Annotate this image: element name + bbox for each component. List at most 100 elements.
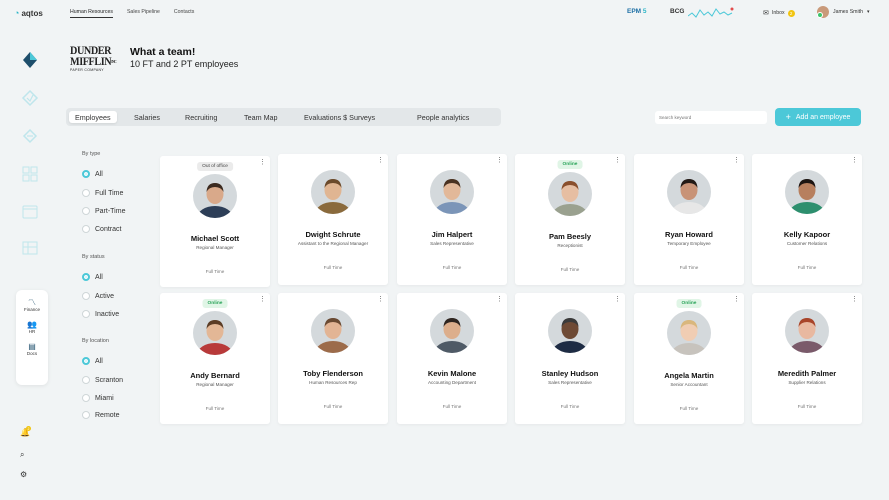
- more-options-icon[interactable]: ⋮: [377, 157, 384, 164]
- tab-evaluations-surveys[interactable]: Evaluations $ Surveys: [298, 111, 381, 123]
- tab-salaries[interactable]: Salaries: [128, 111, 166, 123]
- radio-indicator: [82, 310, 90, 318]
- employee-card[interactable]: ⋮ Kevin Malone Accounting Department Full …: [397, 293, 507, 424]
- more-options-icon[interactable]: ⋮: [851, 157, 858, 164]
- employee-card[interactable]: ⋮ Toby Flenderson Human Resources Rep Full…: [278, 293, 388, 424]
- employment-type: Full Time: [205, 269, 225, 274]
- radio-location-scranton[interactable]: Scranton: [82, 376, 123, 384]
- app-logo[interactable]: ◔ aqtos: [14, 8, 43, 18]
- more-options-icon[interactable]: ⋮: [259, 159, 266, 166]
- radio-location-remote[interactable]: Remote: [82, 411, 120, 419]
- employee-card[interactable]: ⋮ Dwight Schrute Assistant to the Regiona…: [278, 154, 388, 285]
- radio-label: Remote: [95, 411, 120, 419]
- employee-card[interactable]: ⋮ Kelly Kapoor Customer Relations Full Tim…: [752, 154, 862, 285]
- employee-role: Customer Relations: [786, 241, 828, 246]
- sidebar-layers-icon[interactable]: [20, 88, 40, 108]
- radio-label: Active: [95, 292, 115, 300]
- employee-photo: [548, 172, 592, 216]
- radio-location-miami[interactable]: Miami: [82, 394, 114, 402]
- more-options-icon[interactable]: ⋮: [259, 296, 266, 303]
- employee-photo: [311, 309, 355, 353]
- tab-recruiting[interactable]: Recruiting: [179, 111, 223, 123]
- more-options-icon[interactable]: ⋮: [377, 296, 384, 303]
- notification-count-badge: 2: [26, 426, 31, 431]
- sidebar-table-icon[interactable]: [20, 238, 40, 258]
- sidebar-item-hr[interactable]: 👥 HR: [16, 320, 48, 334]
- more-options-icon[interactable]: ⋮: [733, 296, 740, 303]
- topnav-human-resources[interactable]: Human Resources: [70, 9, 113, 18]
- employee-card[interactable]: ⋮ Ryan Howard Temporary Employee Full Time: [634, 154, 744, 285]
- radio-indicator: [82, 273, 90, 281]
- top-nav: Human Resources Sales Pipeline Contacts: [70, 9, 194, 18]
- sidebar-diamond-icon[interactable]: [20, 126, 40, 146]
- radio-type-all[interactable]: All: [82, 170, 103, 178]
- page-subtitle: 10 FT and 2 PT employees: [130, 59, 239, 69]
- notification-bell-icon[interactable]: 🔔 2: [20, 426, 31, 437]
- radio-indicator: [82, 376, 90, 384]
- sidebar-item-docs[interactable]: ▤ Docs: [16, 342, 48, 356]
- radio-label: Scranton: [95, 376, 124, 384]
- employment-type: Full Time: [679, 265, 699, 270]
- settings-icon[interactable]: ⚙: [20, 470, 27, 479]
- employee-card[interactable]: ⋮ Meredith Palmer Supplier Relations Full …: [752, 293, 862, 424]
- employment-type: Full Time: [323, 265, 343, 270]
- tab-people-analytics[interactable]: People analytics: [411, 111, 475, 123]
- radio-indicator: [82, 411, 90, 419]
- radio-location-all[interactable]: All: [82, 357, 103, 365]
- company-tagline: PAPER COMPANY: [70, 68, 104, 72]
- add-employee-label: Add an employee: [795, 113, 851, 121]
- radio-type-contract[interactable]: Contract: [82, 225, 121, 233]
- sidebar-grid-icon[interactable]: [20, 164, 40, 184]
- employee-card[interactable]: ⋮ Online Pam Beesly Receptionist Full Time: [515, 154, 625, 285]
- sidebar-module-menu: 〽 Finance 👥 HR ▤ Docs: [16, 290, 48, 385]
- search-icon[interactable]: ⌕: [20, 450, 24, 460]
- employee-photo: [430, 170, 474, 214]
- employee-photo: [785, 170, 829, 214]
- employee-card[interactable]: ⋮ Out of office Michael Scott Regional Man…: [160, 156, 270, 287]
- more-options-icon[interactable]: ⋮: [614, 157, 621, 164]
- radio-type-full-time[interactable]: Full Time: [82, 189, 123, 197]
- radio-indicator: [82, 394, 90, 402]
- search-input[interactable]: [655, 111, 767, 124]
- radio-status-inactive[interactable]: Inactive: [82, 310, 119, 318]
- employee-card[interactable]: ⋮ Jim Halpert Sales Representative Full Ti…: [397, 154, 507, 285]
- more-options-icon[interactable]: ⋮: [496, 157, 503, 164]
- more-options-icon[interactable]: ⋮: [851, 296, 858, 303]
- radio-label: All: [95, 357, 103, 365]
- sidebar-item-finance[interactable]: 〽 Finance: [16, 298, 48, 312]
- user-menu[interactable]: James Smith ▾: [817, 6, 870, 18]
- employee-name: Dwight Schrute: [305, 230, 361, 239]
- employee-card[interactable]: ⋮ Online Angela Martin Senior Accountant Fu…: [634, 293, 744, 424]
- sidebar: 〽 Finance 👥 HR ▤ Docs: [12, 40, 50, 490]
- radio-indicator: [82, 189, 90, 197]
- more-options-icon[interactable]: ⋮: [614, 296, 621, 303]
- employee-avatar: [667, 311, 711, 355]
- add-employee-button[interactable]: + Add an employee: [775, 108, 861, 126]
- bcg-metric[interactable]: BCG: [670, 8, 684, 15]
- epm-metric[interactable]: EPM 5: [627, 8, 647, 15]
- topnav-sales-pipeline[interactable]: Sales Pipeline: [127, 9, 160, 18]
- employee-card[interactable]: ⋮ Stanley Hudson Sales Representative Full…: [515, 293, 625, 424]
- status-badge: Out of office: [197, 162, 233, 171]
- more-options-icon[interactable]: ⋮: [733, 157, 740, 164]
- employee-name: Ryan Howard: [665, 230, 713, 239]
- sidebar-window-icon[interactable]: [20, 202, 40, 222]
- tab-employees[interactable]: Employees: [69, 111, 117, 123]
- inbox-label: Inbox: [771, 10, 785, 16]
- status-badge: Online: [202, 299, 228, 308]
- radio-indicator: [82, 292, 90, 300]
- inbox-button[interactable]: ✉ Inbox 2: [763, 9, 795, 17]
- radio-type-part-time[interactable]: Part-Time: [82, 207, 125, 215]
- status-badge: Online: [676, 299, 702, 308]
- topnav-contacts[interactable]: Contacts: [174, 9, 194, 18]
- more-options-icon[interactable]: ⋮: [496, 296, 503, 303]
- employee-card[interactable]: ⋮ Online Andy Bernard Regional Manager Full…: [160, 293, 270, 424]
- radio-status-all[interactable]: All: [82, 273, 103, 281]
- radio-status-active[interactable]: Active: [82, 292, 114, 300]
- user-avatar: [817, 6, 829, 18]
- sidebar-home-icon[interactable]: [20, 50, 40, 70]
- radio-label: Full Time: [95, 189, 124, 197]
- employee-role: Sales Representative: [430, 241, 474, 246]
- company-logo-text: DUNDER MIFFLININC: [70, 43, 117, 68]
- tab-team-map[interactable]: Team Map: [238, 111, 284, 123]
